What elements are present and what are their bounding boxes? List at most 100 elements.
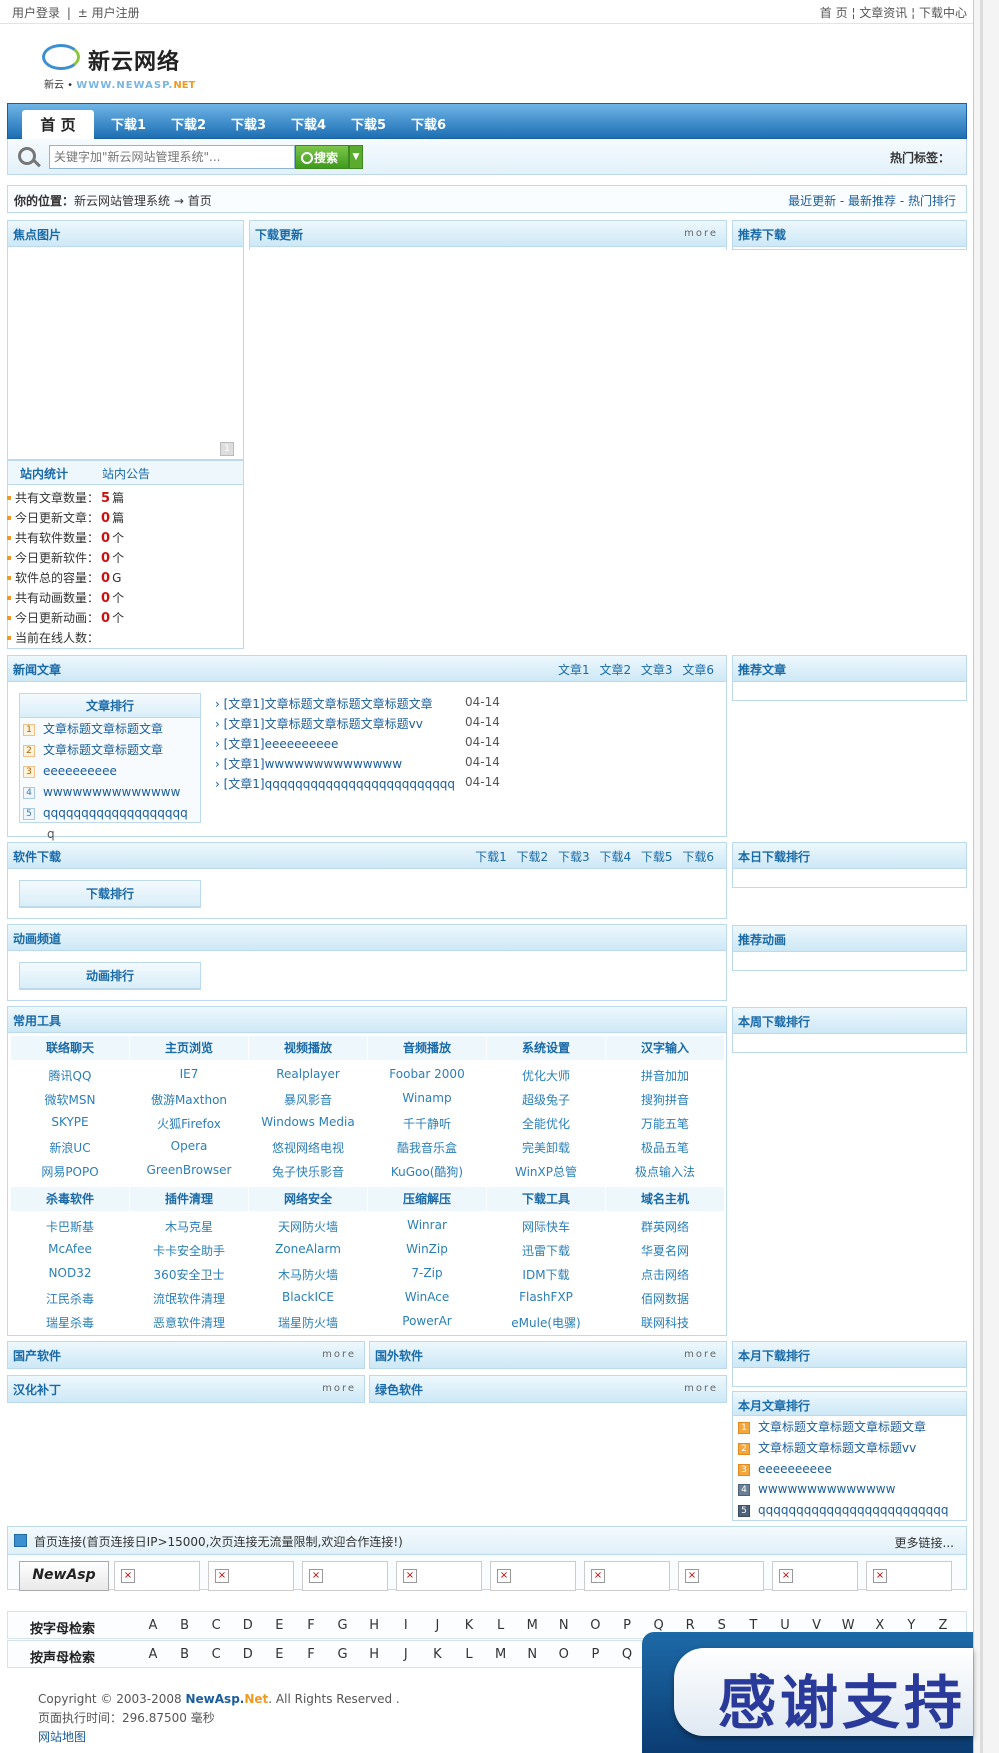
news-link[interactable]: ¦ 文章资讯	[851, 6, 907, 20]
letter-l-link[interactable]: L	[491, 1618, 511, 1633]
letter-y-link[interactable]: Y	[901, 1618, 921, 1633]
tool-link[interactable]: IE7	[130, 1067, 248, 1081]
breadcrumb-path[interactable]: 新云网站管理系统 → 首页	[74, 194, 212, 208]
tool-link[interactable]: 火狐Firefox	[130, 1115, 248, 1132]
nav-tab-download1[interactable]: 下载1	[111, 114, 146, 133]
tool-link[interactable]: KuGoo(酷狗)	[368, 1163, 486, 1180]
partner-link-broken[interactable]: ×	[490, 1561, 576, 1591]
letter-c-link[interactable]: C	[206, 1647, 226, 1662]
partner-link-broken[interactable]: ×	[396, 1561, 482, 1591]
tool-link[interactable]: 卡卡安全助手	[130, 1242, 248, 1259]
letter-h-link[interactable]: H	[364, 1647, 384, 1662]
site-logo[interactable]: 新云网络 新云 • WWW.NEWASP.NET	[40, 40, 200, 92]
partner-link-broken[interactable]: ×	[114, 1561, 200, 1591]
tool-link[interactable]: SKYPE	[11, 1115, 129, 1129]
partner-link-broken[interactable]: ×	[302, 1561, 388, 1591]
nav-tab-home[interactable]: 首 页	[22, 110, 94, 140]
list-item[interactable]: 1 文章标题文章标题文章	[23, 722, 199, 737]
letter-p-link[interactable]: P	[617, 1618, 637, 1633]
chinese-patch-more-link[interactable]: more	[322, 1383, 356, 1394]
letter-f-link[interactable]: F	[301, 1618, 321, 1633]
tool-link[interactable]: 超级兔子	[487, 1091, 605, 1108]
nav-tab-download3[interactable]: 下载3	[231, 114, 266, 133]
list-item[interactable]: 1 文章标题文章标题文章标题文章	[738, 1420, 966, 1435]
letter-g-link[interactable]: G	[333, 1647, 353, 1662]
letter-b-link[interactable]: B	[175, 1618, 195, 1633]
green-software-more-link[interactable]: more	[684, 1383, 718, 1394]
window-scrollbar[interactable]	[973, 0, 999, 1753]
partner-link-broken[interactable]: ×	[678, 1561, 764, 1591]
home-link[interactable]: 首 页	[820, 6, 848, 20]
tool-link[interactable]: 群英网络	[606, 1218, 724, 1235]
tool-link[interactable]: 拼音加加	[606, 1067, 724, 1084]
tab-site-notice[interactable]: 站内公告	[102, 465, 150, 482]
nav-tab-download5[interactable]: 下载5	[351, 114, 386, 133]
letter-q-link[interactable]: Q	[649, 1618, 669, 1633]
letter-o-link[interactable]: O	[585, 1618, 605, 1633]
tool-link[interactable]: BlackICE	[249, 1290, 367, 1304]
search-input[interactable]	[49, 145, 295, 169]
tool-link[interactable]: PowerAr	[368, 1314, 486, 1328]
letter-w-link[interactable]: W	[838, 1618, 858, 1633]
partner-link-broken[interactable]: ×	[584, 1561, 670, 1591]
partner-link-broken[interactable]: ×	[866, 1561, 952, 1591]
letter-m-link[interactable]: M	[522, 1618, 542, 1633]
letter-q-link[interactable]: Q	[617, 1647, 637, 1662]
letter-a-link[interactable]: A	[143, 1618, 163, 1633]
letter-p-link[interactable]: P	[585, 1647, 605, 1662]
tool-link[interactable]: NOD32	[11, 1266, 129, 1280]
letter-o-link[interactable]: O	[554, 1647, 574, 1662]
tool-link[interactable]: 微软MSN	[11, 1091, 129, 1108]
tool-link[interactable]: 极点输入法	[606, 1163, 724, 1180]
tool-link[interactable]: 流氓软件清理	[130, 1290, 248, 1307]
article-item[interactable]: › [文章1]qqqqqqqqqqqqqqqqqqqqqqqqq 04-14	[215, 775, 535, 792]
login-link[interactable]: 用户登录	[12, 6, 60, 20]
nav-tab-download2[interactable]: 下载2	[171, 114, 206, 133]
tool-link[interactable]: Winrar	[368, 1218, 486, 1232]
tool-link[interactable]: 木马防火墙	[249, 1266, 367, 1283]
letter-v-link[interactable]: V	[807, 1618, 827, 1633]
letter-m-link[interactable]: M	[491, 1647, 511, 1662]
tool-link[interactable]: WinZip	[368, 1242, 486, 1256]
news-category-links[interactable]: 文章1 文章2 文章3 文章6	[558, 661, 714, 678]
tool-link[interactable]: Realplayer	[249, 1067, 367, 1081]
tool-link[interactable]: 7-Zip	[368, 1266, 486, 1280]
tool-link[interactable]: 佰网数据	[606, 1290, 724, 1307]
tool-link[interactable]: Windows Media	[249, 1115, 367, 1129]
tool-link[interactable]: Foobar 2000	[368, 1067, 486, 1081]
tool-link[interactable]: 极品五笔	[606, 1139, 724, 1156]
tool-link[interactable]: 腾讯QQ	[11, 1067, 129, 1084]
tool-link[interactable]: 卡巴斯基	[11, 1218, 129, 1235]
tool-link[interactable]: 完美卸载	[487, 1139, 605, 1156]
partner-link-broken[interactable]: ×	[208, 1561, 294, 1591]
tool-link[interactable]: McAfee	[11, 1242, 129, 1256]
tool-link[interactable]: Winamp	[368, 1091, 486, 1105]
letter-s-link[interactable]: S	[712, 1618, 732, 1633]
letter-l-link[interactable]: L	[459, 1647, 479, 1662]
tool-link[interactable]: Opera	[130, 1139, 248, 1153]
tool-link[interactable]: WinAce	[368, 1290, 486, 1304]
letter-t-link[interactable]: T	[743, 1618, 763, 1633]
tool-link[interactable]: 全能优化	[487, 1115, 605, 1132]
letter-f-link[interactable]: F	[301, 1647, 321, 1662]
letter-b-link[interactable]: B	[175, 1647, 195, 1662]
letter-j-link[interactable]: J	[427, 1618, 447, 1633]
letter-k-link[interactable]: K	[427, 1647, 447, 1662]
tool-link[interactable]: 点击网络	[606, 1266, 724, 1283]
register-link[interactable]: ± 用户注册	[78, 6, 140, 20]
list-item[interactable]: 5 qqqqqqqqqqqqqqqqqqq	[23, 806, 199, 821]
more-links-link[interactable]: 更多链接...	[895, 1534, 954, 1551]
foreign-software-more-link[interactable]: more	[684, 1349, 718, 1360]
article-item[interactable]: › [文章1]wwwwwwwwwwwwww 04-14	[215, 755, 535, 772]
letter-h-link[interactable]: H	[364, 1618, 384, 1633]
tool-link[interactable]: 优化大师	[487, 1067, 605, 1084]
tool-link[interactable]: FlashFXP	[487, 1290, 605, 1304]
list-item[interactable]: 3 eeeeeeeeee	[738, 1462, 966, 1477]
article-item[interactable]: › [文章1]文章标题文章标题文章标题vv 04-14	[215, 715, 535, 732]
letter-d-link[interactable]: D	[238, 1647, 258, 1662]
tool-link[interactable]: 兔子快乐影音	[249, 1163, 367, 1180]
letter-a-link[interactable]: A	[143, 1647, 163, 1662]
letter-j-link[interactable]: J	[396, 1647, 416, 1662]
letter-g-link[interactable]: G	[333, 1618, 353, 1633]
list-item[interactable]: 4 wwwwwwwwwwwwww	[738, 1482, 966, 1497]
